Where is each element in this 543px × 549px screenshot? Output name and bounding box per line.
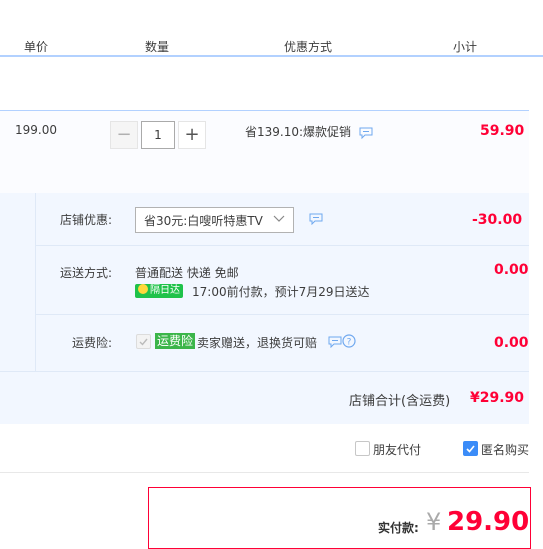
quantity-input[interactable]: 1	[141, 121, 175, 149]
friend-pay-checkbox[interactable]	[355, 441, 370, 456]
insurance-badge: 运费险	[155, 333, 196, 349]
item-discount-text: 省139.10:爆款促销	[245, 125, 352, 139]
insurance-amount: 0.00	[494, 335, 529, 351]
shop-total-label: 店铺合计(含运费)	[349, 394, 451, 409]
message-icon[interactable]	[309, 213, 323, 225]
help-icon[interactable]: ?	[342, 334, 356, 348]
shipping-label: 运送方式:	[60, 266, 113, 280]
payment-summary: 实付款: ¥ 29.90	[148, 487, 531, 549]
quantity-minus-button[interactable]: −	[110, 121, 138, 149]
next-day-badge-text: 隔日达	[150, 285, 180, 296]
anonymous-label[interactable]: 匿名购买	[481, 441, 529, 458]
table-header: 单价 数量 优惠方式 小计	[0, 33, 543, 57]
currency-symbol: ¥	[426, 508, 442, 536]
shipping-amount: 0.00	[494, 262, 529, 278]
check-icon	[139, 338, 148, 346]
quantity-stepper: − 1 +	[110, 121, 206, 149]
check-icon	[466, 445, 475, 453]
insurance-label: 运费险:	[72, 336, 113, 350]
insurance-text: 卖家赠送，退换货可赔	[197, 336, 318, 350]
col-qty-header: 数量	[145, 40, 170, 54]
next-day-badge: 隔日达	[135, 284, 183, 298]
chevron-down-icon	[273, 215, 285, 222]
message-icon[interactable]	[359, 127, 373, 139]
insurance-checkbox	[136, 334, 151, 349]
shop-discount-selected: 省30元:白嗖听特惠TV	[144, 214, 263, 228]
col-subtotal-header: 小计	[453, 40, 478, 54]
friend-pay-label[interactable]: 朋友代付	[373, 441, 421, 458]
shop-discount-label: 店铺优惠:	[60, 213, 113, 227]
message-icon[interactable]	[328, 336, 342, 348]
svg-text:?: ?	[347, 338, 352, 348]
item-subtotal: 59.90	[480, 123, 525, 139]
divider	[0, 472, 529, 473]
shipping-method: 普通配送 快递 免邮	[135, 266, 239, 280]
anonymous-checkbox[interactable]	[463, 441, 478, 456]
shop-discount-amount: -30.00	[472, 212, 523, 228]
unit-price: 199.00	[15, 123, 57, 137]
delivery-promise: 17:00前付款，预计7月29日送达	[192, 285, 370, 299]
shop-discount-select[interactable]: 省30元:白嗖听特惠TV	[135, 207, 294, 233]
shop-total-amount: ¥29.90	[470, 390, 525, 406]
payment-amount: 29.90	[447, 507, 530, 537]
col-price-header: 单价	[24, 40, 49, 54]
payment-label: 实付款:	[378, 521, 419, 535]
col-discount-header: 优惠方式	[284, 40, 333, 54]
lightning-icon	[138, 284, 148, 294]
quantity-plus-button[interactable]: +	[178, 121, 206, 149]
